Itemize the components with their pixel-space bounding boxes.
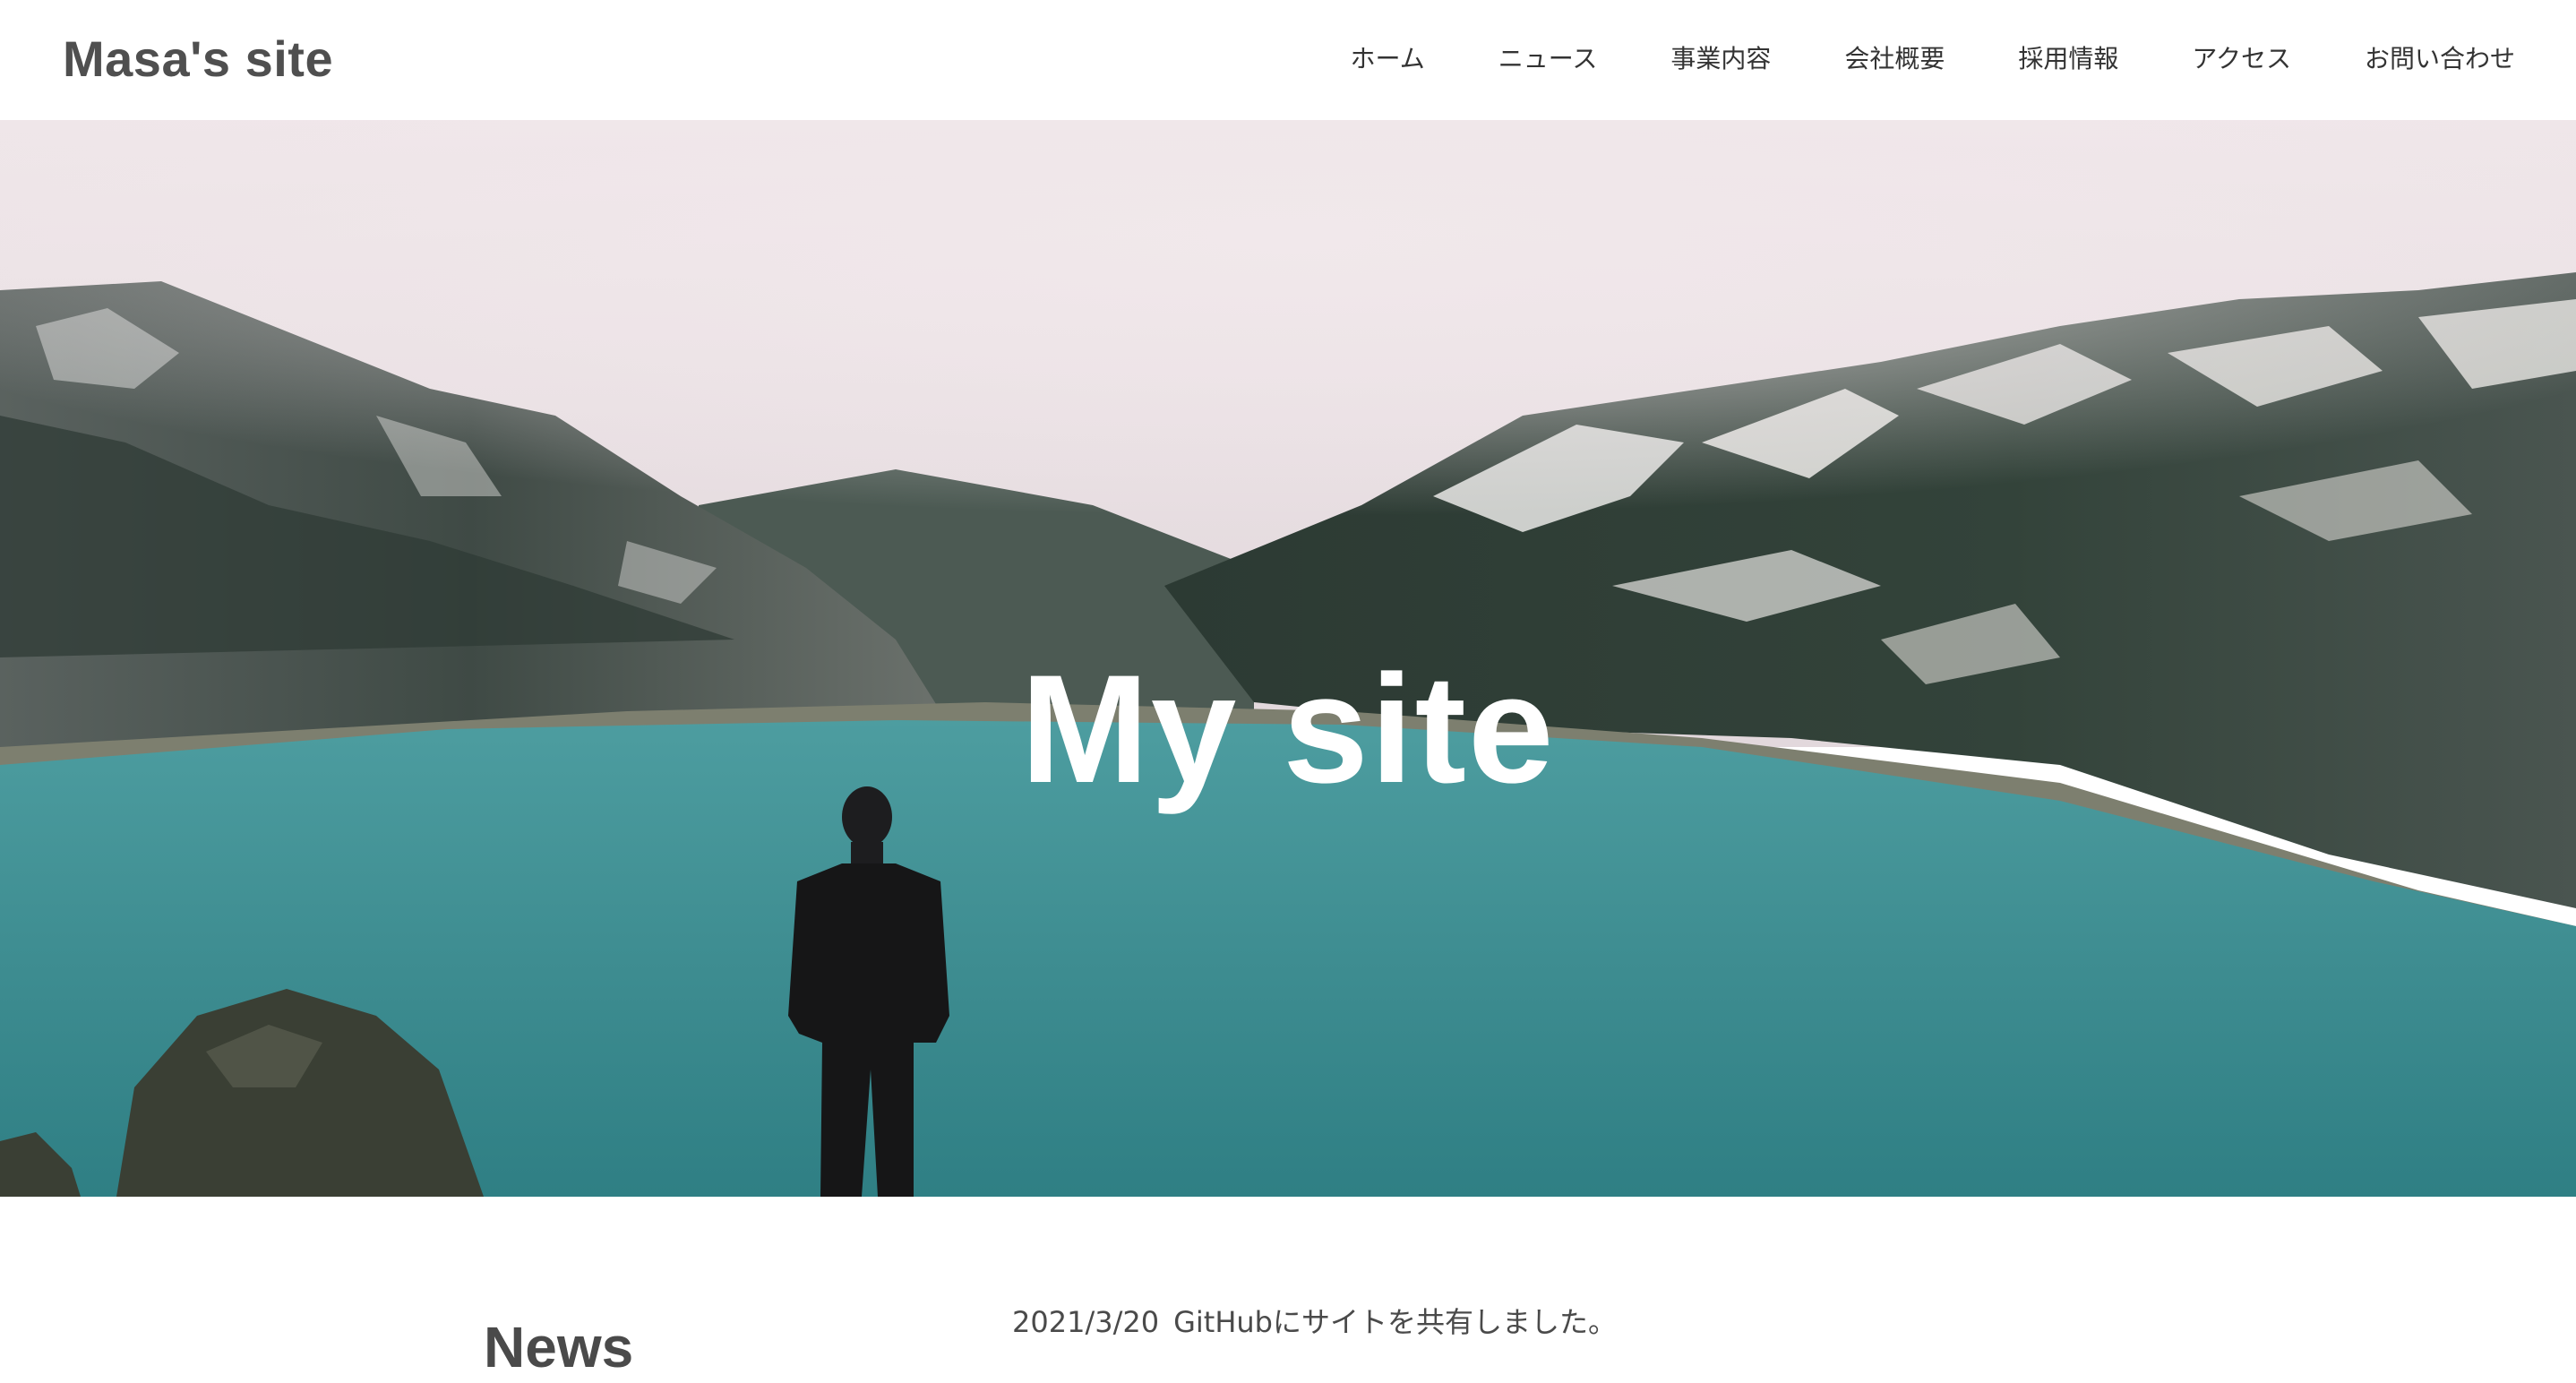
news-section: News 2021/3/20 GitHubにサイトを共有しました。	[0, 1197, 2576, 1379]
nav-item-home[interactable]: ホーム	[1351, 39, 1425, 79]
nav-item-contact[interactable]: お問い合わせ	[2365, 39, 2515, 79]
nav-item-company[interactable]: 会社概要	[1844, 39, 1945, 79]
news-heading: News	[484, 1315, 634, 1379]
nav-item-recruit[interactable]: 採用情報	[2018, 39, 2118, 79]
news-date: 2021/3/20	[1012, 1305, 1160, 1339]
hero-section: My site	[0, 120, 2576, 1197]
site-header: Masa's site ホーム ニュース 事業内容 会社概要 採用情報 アクセス…	[0, 0, 2576, 120]
nav-item-news[interactable]: ニュース	[1498, 39, 1598, 79]
hero-title: My site	[1020, 643, 1556, 815]
nav-item-access[interactable]: アクセス	[2192, 39, 2291, 79]
site-logo[interactable]: Masa's site	[63, 27, 333, 91]
news-item[interactable]: 2021/3/20 GitHubにサイトを共有しました。	[1012, 1302, 1617, 1342]
main-nav: ホーム ニュース 事業内容 会社概要 採用情報 アクセス お問い合わせ	[1351, 39, 2515, 79]
news-text: GitHubにサイトを共有しました。	[1173, 1305, 1617, 1339]
nav-item-business[interactable]: 事業内容	[1670, 39, 1771, 79]
